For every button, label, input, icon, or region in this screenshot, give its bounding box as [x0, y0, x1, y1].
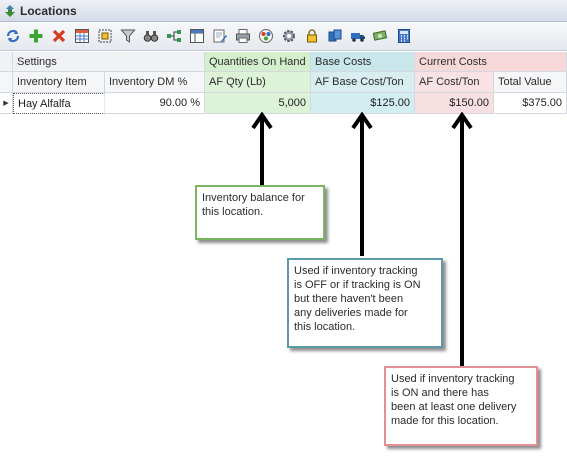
cell-af-cost[interactable]: $150.00: [415, 93, 494, 114]
cell-af-base-cost[interactable]: $125.00: [311, 93, 415, 114]
cell-total-value[interactable]: $375.00: [494, 93, 567, 114]
window-titlebar: Locations: [0, 0, 567, 22]
colors-icon[interactable]: [256, 27, 275, 46]
money-icon[interactable]: [371, 27, 390, 46]
callout-inventory-text: Inventory balance for this location.: [202, 192, 305, 218]
arrow-to-base-cost: [351, 112, 373, 256]
binoculars-icon[interactable]: [141, 27, 160, 46]
callout-current-costs: Used if inventory tracking is ON and the…: [384, 366, 538, 446]
table-row[interactable]: ▶ Hay Alfalfa 90.00 % 5,000 $125.00 $150…: [0, 93, 567, 114]
cell-inventory-dm[interactable]: 90.00 %: [105, 93, 205, 114]
column-header-row: Inventory Item Inventory DM % AF Qty (Lb…: [0, 72, 567, 93]
callout-inventory-balance: Inventory balance for this location.: [195, 185, 325, 240]
row-indicator-icon: ▶: [3, 100, 9, 107]
locations-icon: [5, 4, 15, 17]
band-header-row: Settings Quantities On Hand Base Costs C…: [0, 52, 567, 72]
tree-icon[interactable]: [164, 27, 183, 46]
toolbar: [0, 22, 567, 51]
select-all-icon[interactable]: [95, 27, 114, 46]
print-icon[interactable]: [233, 27, 252, 46]
callout-base-costs: Used if inventory tracking is OFF or if …: [287, 258, 443, 348]
arrow-to-qty: [251, 112, 273, 186]
arrow-to-af-cost: [451, 112, 473, 366]
band-base-costs[interactable]: Base Costs: [311, 52, 415, 72]
header-row-indicator: [0, 72, 13, 93]
column-header-total-value[interactable]: Total Value: [494, 72, 567, 93]
cell-af-qty[interactable]: 5,000: [205, 93, 311, 114]
add-icon[interactable]: [26, 27, 45, 46]
gear-icon[interactable]: [279, 27, 298, 46]
edit-document-icon[interactable]: [210, 27, 229, 46]
callout-current-text: Used if inventory tracking is ON and the…: [391, 373, 517, 427]
column-header-af-base-cost[interactable]: AF Base Cost/Ton: [311, 72, 415, 93]
band-current-costs[interactable]: Current Costs: [415, 52, 567, 72]
cell-inventory-item[interactable]: Hay Alfalfa: [13, 93, 105, 114]
window-title: Locations: [20, 3, 77, 18]
column-header-inventory-item[interactable]: Inventory Item: [13, 72, 105, 93]
refresh-icon[interactable]: [3, 27, 22, 46]
row-selector[interactable]: ▶: [0, 93, 13, 114]
calculator-icon[interactable]: [394, 27, 413, 46]
band-quantities-on-hand[interactable]: Quantities On Hand: [205, 52, 311, 72]
column-header-af-qty[interactable]: AF Qty (Lb): [205, 72, 311, 93]
users-icon[interactable]: [325, 27, 344, 46]
delete-icon[interactable]: [49, 27, 68, 46]
lock-icon[interactable]: [302, 27, 321, 46]
band-settings[interactable]: Settings: [13, 52, 205, 72]
callout-base-text: Used if inventory tracking is OFF or if …: [294, 265, 421, 333]
column-header-inventory-dm[interactable]: Inventory DM %: [105, 72, 205, 93]
grid-icon[interactable]: [72, 27, 91, 46]
filter-icon[interactable]: [118, 27, 137, 46]
band-row-indicator: [0, 52, 13, 72]
layout-icon[interactable]: [187, 27, 206, 46]
truck-icon[interactable]: [348, 27, 367, 46]
column-header-af-cost[interactable]: AF Cost/Ton: [415, 72, 494, 93]
